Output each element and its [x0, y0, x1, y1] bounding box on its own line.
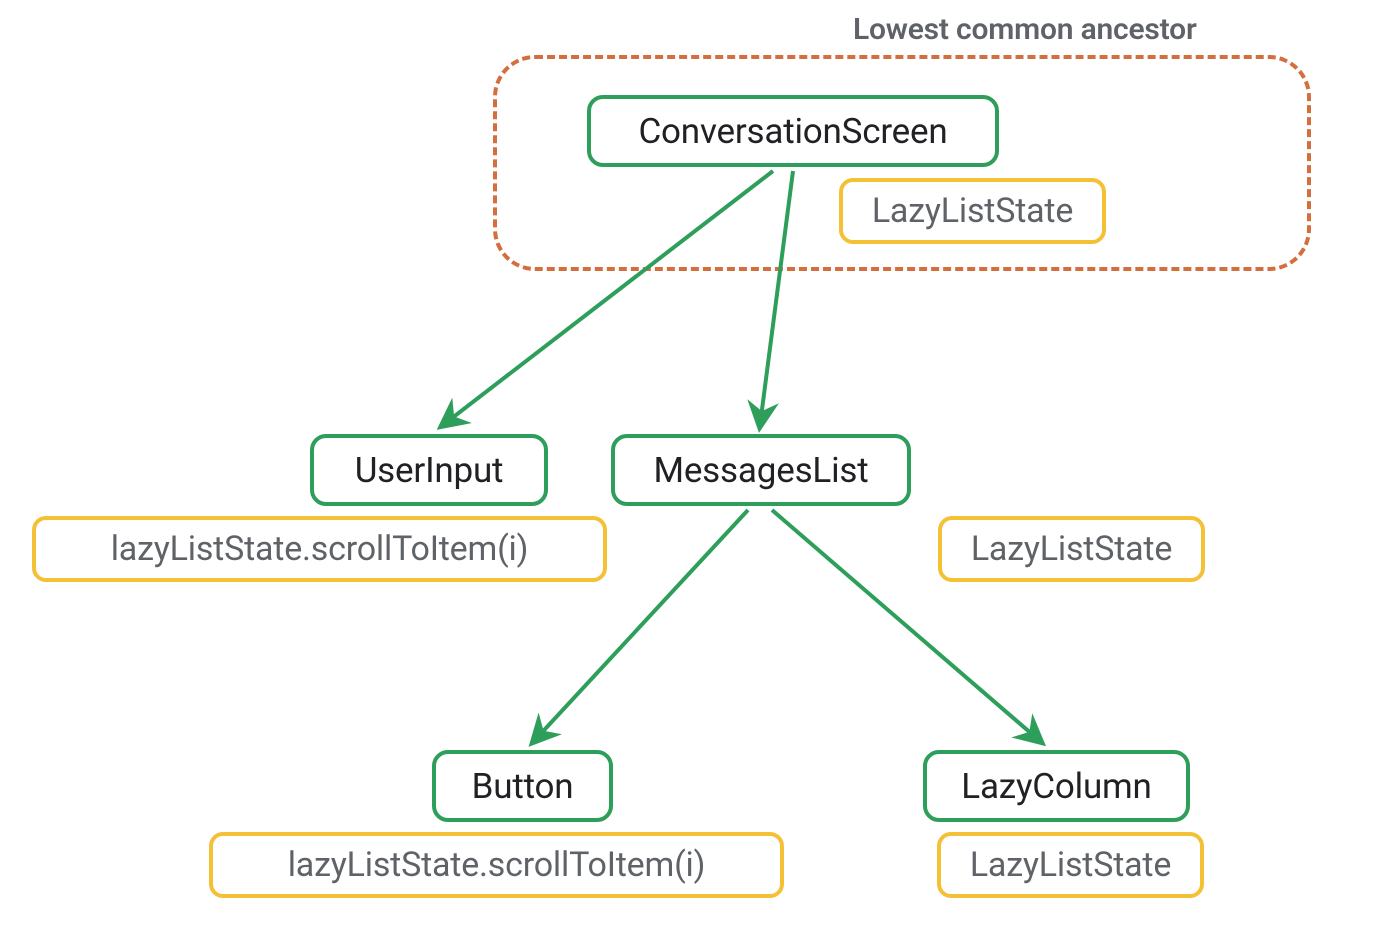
action-button: lazyListState.scrollToItem(i) — [209, 832, 784, 898]
ancestor-caption: Lowest common ancestor — [853, 12, 1197, 47]
label-lazy-column: LazyColumn — [961, 766, 1151, 807]
label-state-lazy-column: LazyListState — [970, 845, 1171, 885]
node-user-input: UserInput — [310, 434, 548, 506]
label-user-input: UserInput — [355, 450, 504, 491]
diagram-canvas: Lowest common ancestor ConversationScree… — [0, 0, 1388, 942]
state-messages-list: LazyListState — [938, 516, 1205, 582]
label-conversation-screen: ConversationScreen — [638, 111, 947, 152]
node-messages-list: MessagesList — [611, 434, 911, 506]
state-conversation-screen: LazyListState — [839, 178, 1106, 244]
action-user-input: lazyListState.scrollToItem(i) — [32, 516, 607, 582]
node-button: Button — [432, 750, 613, 822]
state-lazy-column: LazyListState — [937, 832, 1204, 898]
label-state-conversation-screen: LazyListState — [872, 191, 1073, 231]
label-messages-list: MessagesList — [653, 450, 868, 491]
label-action-button: lazyListState.scrollToItem(i) — [288, 845, 706, 885]
node-lazy-column: LazyColumn — [923, 750, 1190, 822]
label-action-user-input: lazyListState.scrollToItem(i) — [111, 529, 529, 569]
node-conversation-screen: ConversationScreen — [587, 95, 999, 167]
label-button: Button — [472, 766, 574, 807]
label-state-messages-list: LazyListState — [971, 529, 1172, 569]
